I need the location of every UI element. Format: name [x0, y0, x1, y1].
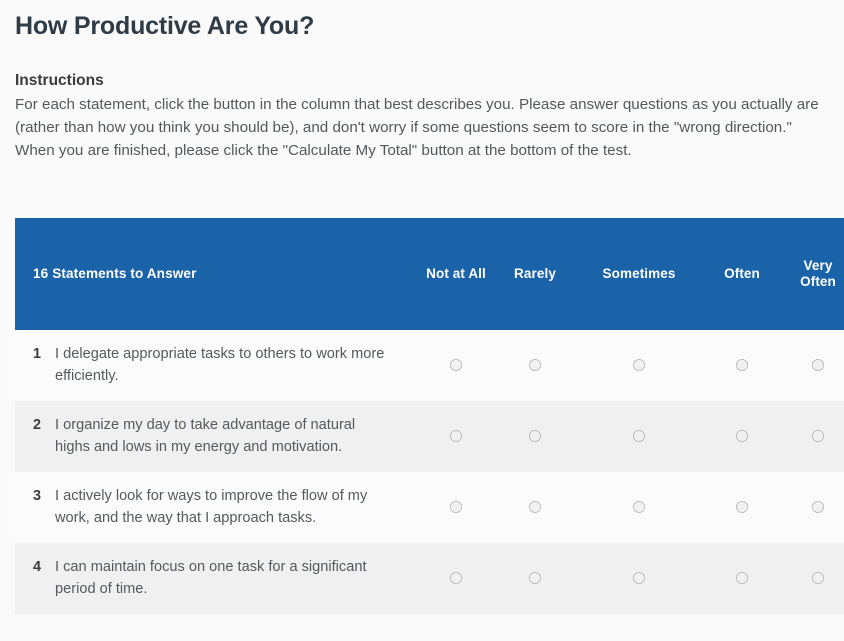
- option-cell[interactable]: [421, 330, 491, 401]
- option-cell[interactable]: [699, 543, 785, 614]
- table-row: 1 I delegate appropriate tasks to others …: [15, 330, 844, 401]
- statement-text: I actively look for ways to improve the …: [55, 488, 368, 526]
- statement-cell: 4 I can maintain focus on one task for a …: [15, 543, 421, 614]
- radio-button[interactable]: [529, 430, 541, 443]
- option-cell[interactable]: [421, 543, 491, 614]
- radio-button[interactable]: [450, 359, 462, 372]
- quiz-table: 16 Statements to Answer Not at All Rarel…: [15, 218, 844, 614]
- statement-cell: 1 I delegate appropriate tasks to others …: [15, 330, 421, 401]
- option-cell[interactable]: [491, 472, 579, 543]
- statement-inner: 4 I can maintain focus on one task for a …: [33, 557, 411, 600]
- radio-button[interactable]: [450, 572, 462, 585]
- radio-button[interactable]: [812, 430, 824, 443]
- header-option-rarely: Rarely: [491, 218, 579, 330]
- radio-button[interactable]: [450, 430, 462, 443]
- statement-inner: 2 I organize my day to take advantage of …: [33, 415, 411, 458]
- radio-button[interactable]: [736, 430, 748, 443]
- radio-button[interactable]: [633, 572, 645, 585]
- option-cell[interactable]: [785, 543, 844, 614]
- option-cell[interactable]: [491, 401, 579, 472]
- header-statements-label: 16 Statements to Answer: [33, 266, 197, 281]
- statement-number: 4: [33, 559, 42, 575]
- header-option-often-label: Often: [724, 266, 760, 281]
- table-row: 4 I can maintain focus on one task for a …: [15, 543, 844, 614]
- radio-button[interactable]: [633, 430, 645, 443]
- statement-number: 2: [33, 417, 42, 433]
- header-option-sometimes: Sometimes: [579, 218, 699, 330]
- option-cell[interactable]: [421, 472, 491, 543]
- option-cell[interactable]: [421, 401, 491, 472]
- radio-button[interactable]: [812, 359, 824, 372]
- statement-text: I can maintain focus on one task for a s…: [55, 559, 367, 597]
- option-cell[interactable]: [699, 330, 785, 401]
- radio-button[interactable]: [450, 501, 462, 514]
- statement-cell: 3 I actively look for ways to improve the…: [15, 472, 421, 543]
- quiz-table-container: 16 Statements to Answer Not at All Rarel…: [15, 218, 844, 614]
- statement-inner: 3 I actively look for ways to improve the…: [33, 486, 411, 529]
- option-cell[interactable]: [785, 330, 844, 401]
- instructions-heading: Instructions: [15, 72, 104, 89]
- option-cell[interactable]: [785, 401, 844, 472]
- option-cell[interactable]: [579, 543, 699, 614]
- header-option-very-often-label: Very Often: [800, 258, 836, 289]
- quiz-table-body: 1 I delegate appropriate tasks to others …: [15, 330, 844, 614]
- statement-text: I delegate appropriate tasks to others t…: [55, 346, 385, 384]
- header-option-not-at-all: Not at All: [421, 218, 491, 330]
- table-row: 3 I actively look for ways to improve the…: [15, 472, 844, 543]
- instructions-text: For each statement, click the button in …: [15, 95, 819, 159]
- header-statements: 16 Statements to Answer: [15, 218, 421, 330]
- header-option-rarely-label: Rarely: [514, 266, 556, 281]
- radio-button[interactable]: [736, 501, 748, 514]
- radio-button[interactable]: [633, 501, 645, 514]
- radio-button[interactable]: [633, 359, 645, 372]
- statement-cell: 2 I organize my day to take advantage of …: [15, 401, 421, 472]
- statement-number: 3: [33, 488, 42, 504]
- instructions-section: Instructions For each statement, click t…: [0, 71, 844, 162]
- option-cell[interactable]: [579, 472, 699, 543]
- radio-button[interactable]: [529, 572, 541, 585]
- radio-button[interactable]: [736, 572, 748, 585]
- header-option-not-at-all-label: Not at All: [426, 266, 486, 281]
- header-option-sometimes-label: Sometimes: [602, 266, 676, 281]
- radio-button[interactable]: [529, 501, 541, 514]
- statement-number: 1: [33, 346, 42, 362]
- radio-button[interactable]: [529, 359, 541, 372]
- quiz-table-head: 16 Statements to Answer Not at All Rarel…: [15, 218, 844, 330]
- table-row: 2 I organize my day to take advantage of …: [15, 401, 844, 472]
- radio-button[interactable]: [812, 572, 824, 585]
- radio-button[interactable]: [736, 359, 748, 372]
- quiz-page: How Productive Are You? Instructions For…: [0, 0, 844, 641]
- option-cell[interactable]: [579, 401, 699, 472]
- option-cell[interactable]: [491, 330, 579, 401]
- header-option-often: Often: [699, 218, 785, 330]
- page-title: How Productive Are You?: [15, 12, 315, 40]
- option-cell[interactable]: [699, 401, 785, 472]
- statement-text: I organize my day to take advantage of n…: [55, 417, 356, 455]
- option-cell[interactable]: [579, 330, 699, 401]
- option-cell[interactable]: [491, 543, 579, 614]
- option-cell[interactable]: [785, 472, 844, 543]
- option-cell[interactable]: [699, 472, 785, 543]
- quiz-header-row: 16 Statements to Answer Not at All Rarel…: [15, 218, 844, 330]
- header-option-very-often: Very Often: [785, 218, 844, 330]
- radio-button[interactable]: [812, 501, 824, 514]
- statement-inner: 1 I delegate appropriate tasks to others …: [33, 344, 411, 387]
